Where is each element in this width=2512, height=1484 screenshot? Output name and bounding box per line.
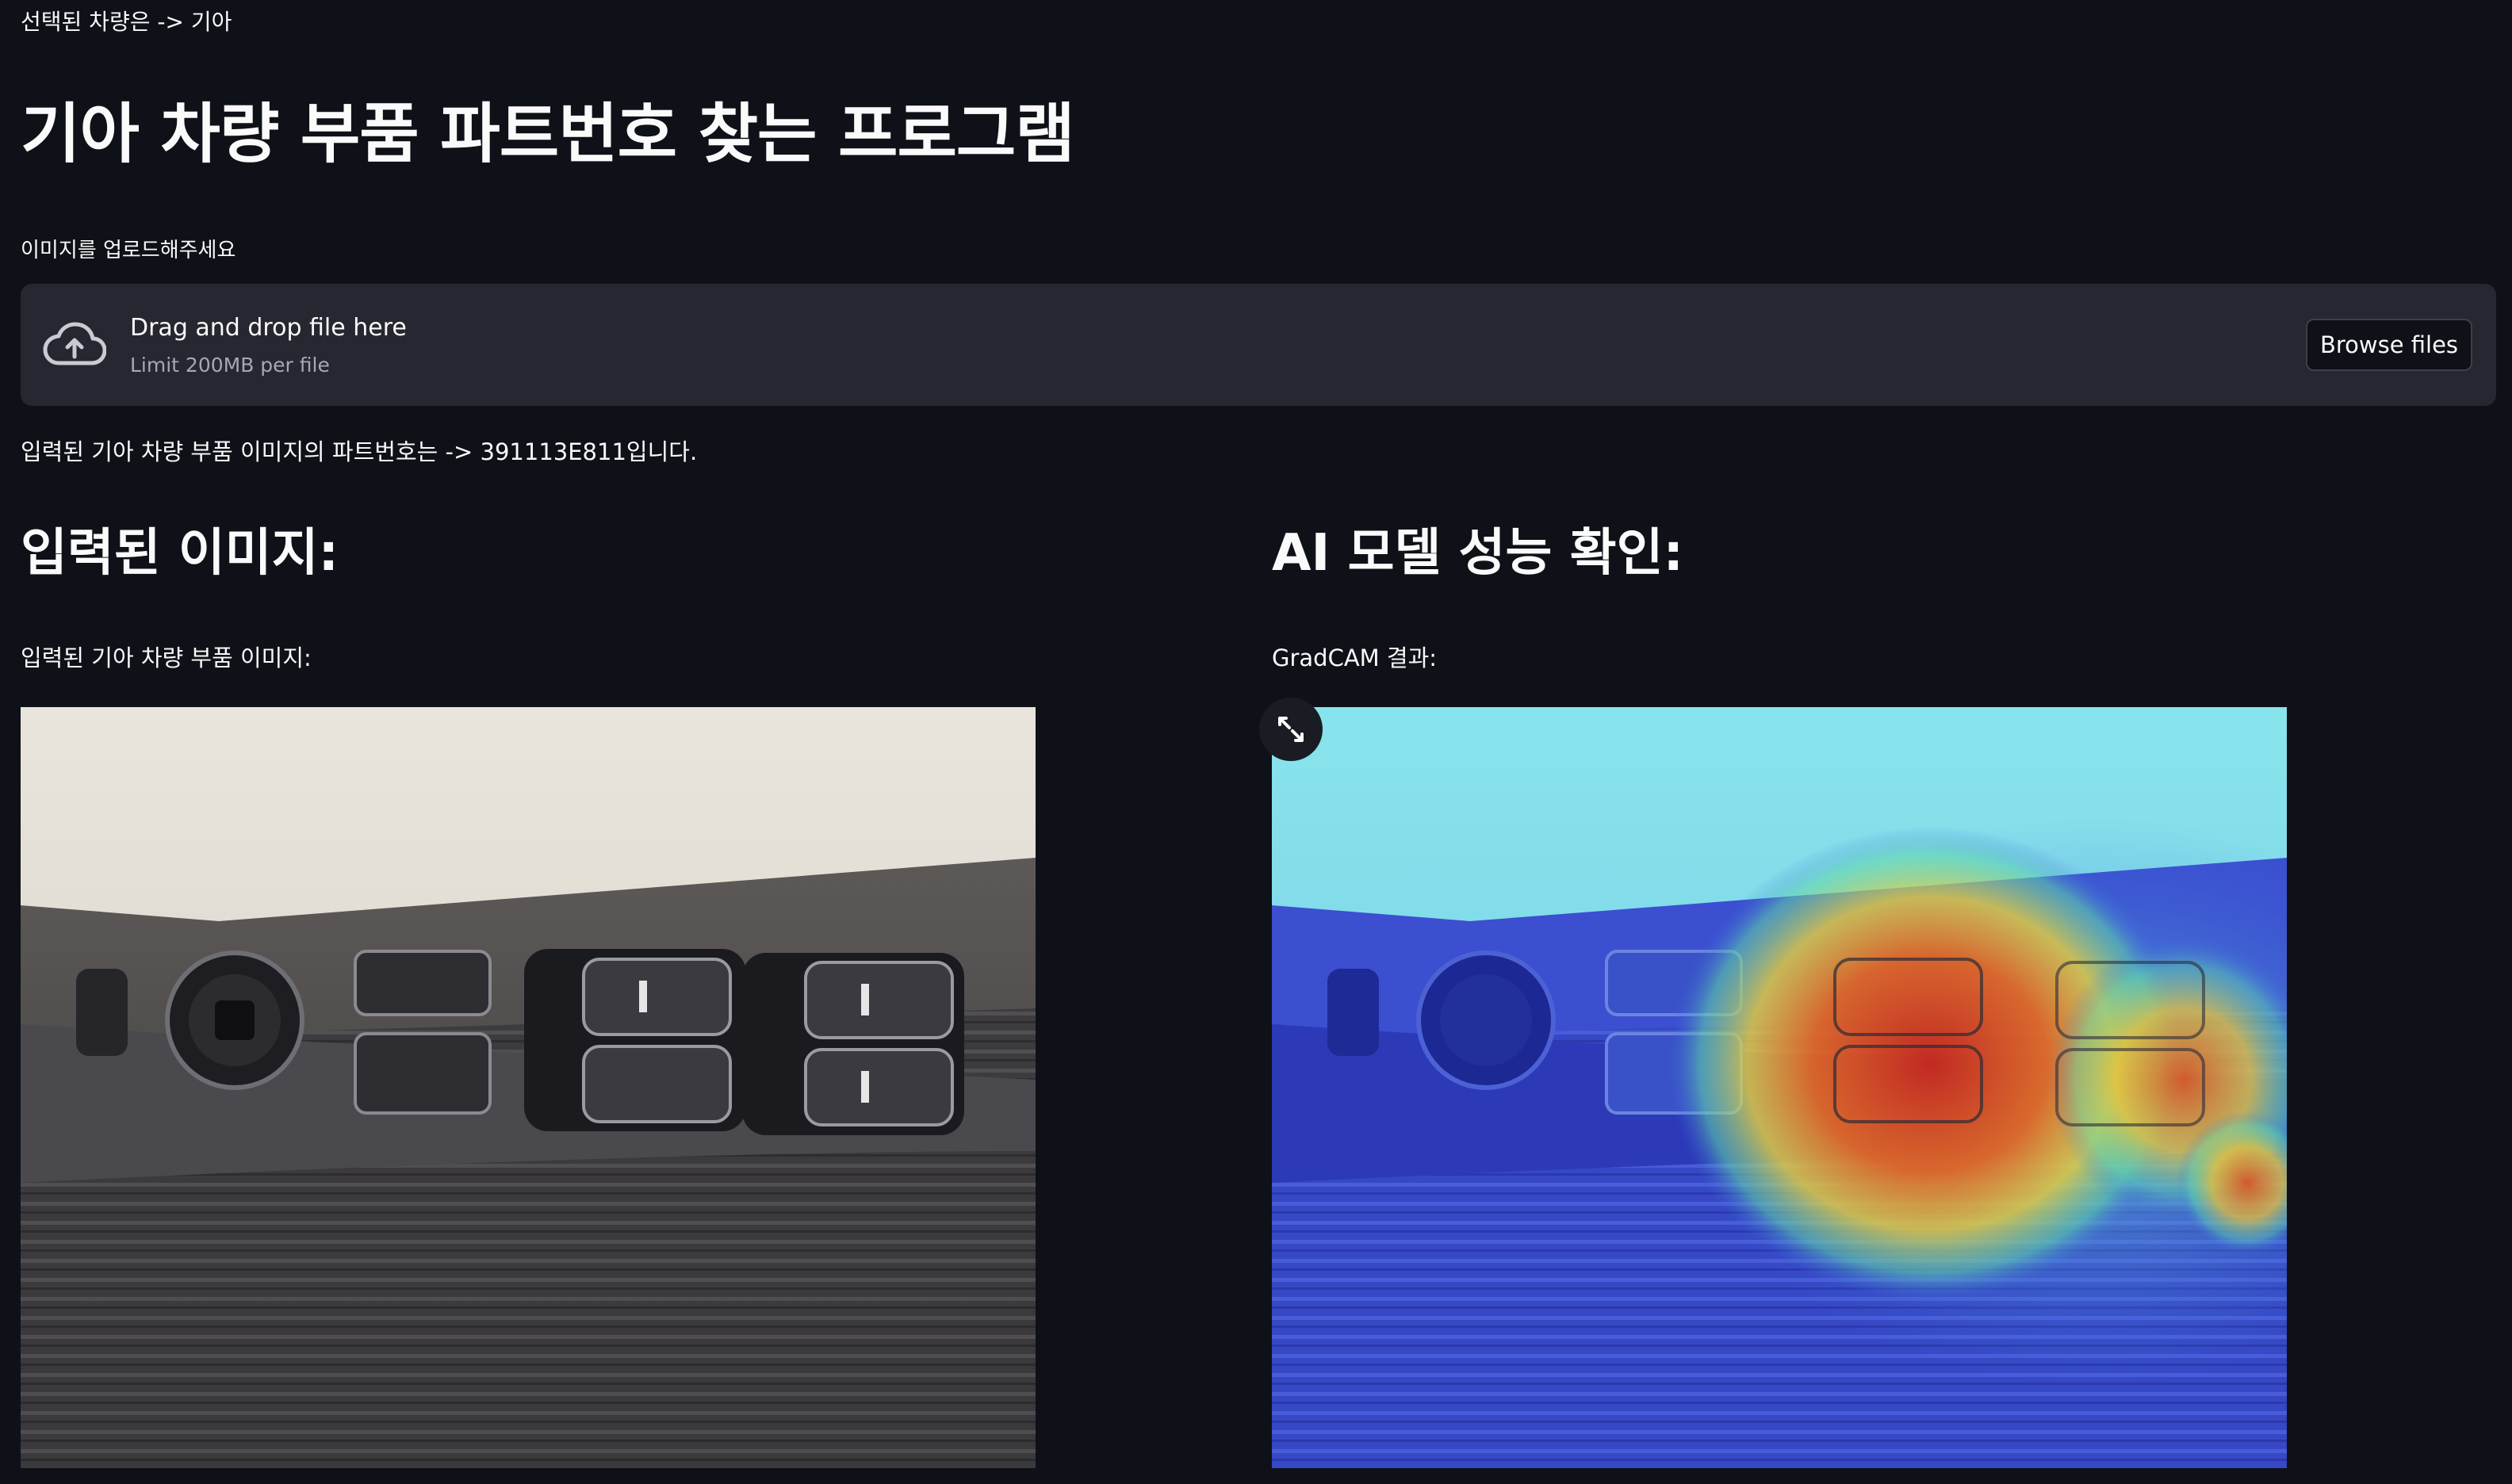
input-part-image (21, 707, 1036, 1468)
fullscreen-button[interactable] (1259, 698, 1323, 761)
gradcam-result-image (1272, 707, 2287, 1468)
model-check-heading: AI 모델 성능 확인: (1272, 524, 1684, 583)
part-number-result: 입력된 기아 차량 부품 이미지의 파트번호는 -> 391113E811입니다… (21, 438, 698, 465)
browse-files-button[interactable]: Browse files (2306, 319, 2472, 371)
dropzone-instruction: Drag and drop file here (130, 314, 407, 342)
app-page: 선택된 차량은 -> 기아 기아 차량 부품 파트번호 찾는 프로그램 이미지를… (0, 0, 2512, 1484)
input-image-caption: 입력된 기아 차량 부품 이미지: (21, 644, 312, 671)
gradcam-caption: GradCAM 결과: (1272, 644, 1438, 671)
expand-icon (1278, 717, 1304, 742)
page-title: 기아 차량 부품 파트번호 찾는 프로그램 (21, 97, 1075, 172)
upload-label: 이미지를 업로드해주세요 (21, 239, 236, 262)
cloud-upload-icon (43, 322, 106, 365)
file-dropzone[interactable]: Drag and drop file here Limit 200MB per … (21, 284, 2496, 406)
input-image-heading: 입력된 이미지: (21, 524, 339, 583)
selected-vehicle-text: 선택된 차량은 -> 기아 (21, 9, 232, 35)
dropzone-limit: Limit 200MB per file (130, 354, 330, 377)
